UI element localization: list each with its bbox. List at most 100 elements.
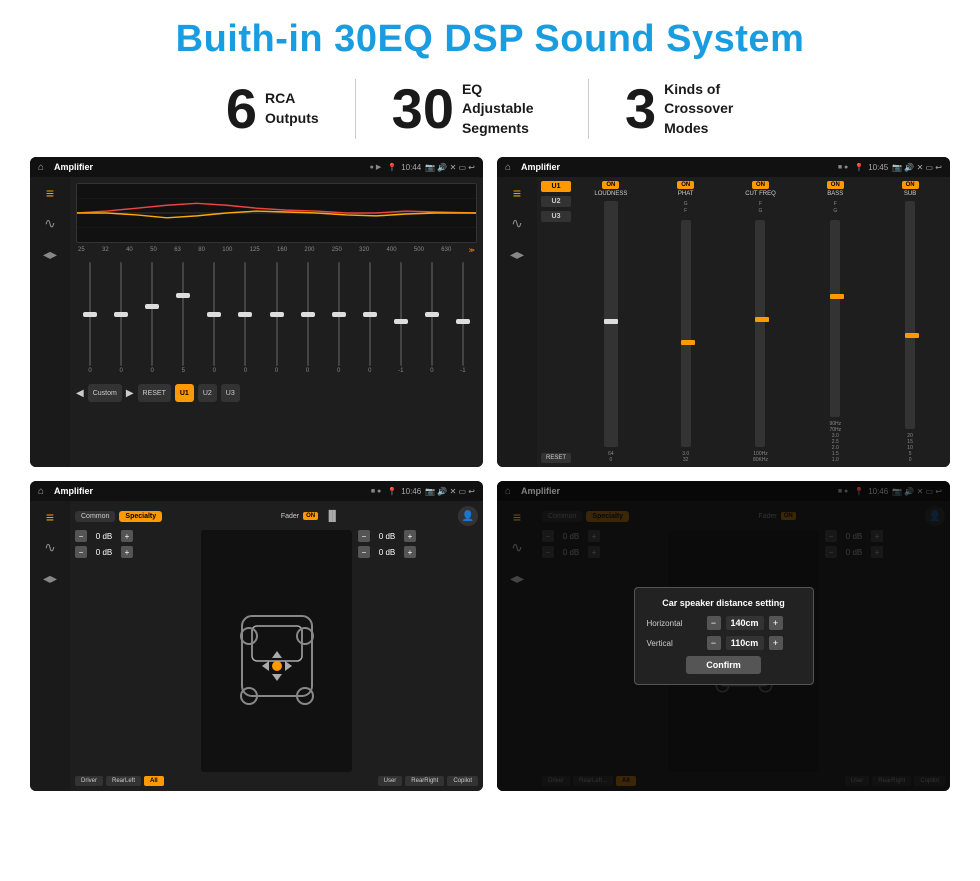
sidebar-eq-icon-amp2[interactable]: ≡ — [513, 185, 521, 201]
toggle-loudness[interactable]: ON — [602, 181, 619, 189]
slider-8[interactable] — [294, 262, 322, 366]
amp2-presets: U1 U2 U3 RESET — [541, 181, 571, 463]
tab-specialty-cross[interactable]: Specialty — [119, 511, 162, 522]
u2-button[interactable]: U2 — [198, 384, 217, 402]
horizontal-minus[interactable]: − — [707, 616, 721, 630]
thumb-6 — [238, 312, 252, 317]
thumb-loudness — [604, 319, 618, 324]
left-sidebar-eq: ≡ ∿ ◂▸ — [30, 177, 70, 467]
sliders-row: 0 0 — [76, 258, 477, 378]
slider-11[interactable] — [387, 262, 415, 366]
sidebar-vol-icon[interactable]: ◂▸ — [43, 246, 57, 263]
slider-2[interactable] — [107, 262, 135, 366]
next-button[interactable]: ▶ — [126, 388, 134, 399]
confirm-button[interactable]: Confirm — [686, 656, 761, 674]
car-svg — [227, 586, 327, 716]
preset-u3[interactable]: U3 — [541, 211, 571, 222]
sidebar-wave-icon-amp2[interactable]: ∿ — [511, 215, 523, 232]
vol-row-1: − 0 dB + — [75, 530, 195, 542]
copilot-btn-cross[interactable]: Copilot — [447, 776, 478, 786]
slider-phat[interactable] — [681, 220, 691, 447]
slider-7[interactable] — [262, 262, 290, 366]
vol2-minus[interactable]: − — [75, 546, 87, 558]
toggle-cutfreq[interactable]: ON — [752, 181, 769, 189]
app-title-eq: Amplifier — [54, 162, 364, 172]
profile-icon[interactable]: 👤 — [458, 506, 478, 526]
slider-bass[interactable] — [830, 220, 840, 417]
slider-6[interactable] — [231, 262, 259, 366]
reset-button-amp2[interactable]: RESET — [541, 453, 571, 463]
slider-col-7: 0 — [262, 262, 290, 374]
dialog-title: Car speaker distance setting — [647, 598, 801, 608]
vertical-plus[interactable]: + — [769, 636, 783, 650]
rearright-btn-cross[interactable]: RearRight — [405, 776, 444, 786]
vertical-minus[interactable]: − — [707, 636, 721, 650]
tab-common-cross[interactable]: Common — [75, 511, 115, 522]
dialog-horizontal-label: Horizontal — [647, 619, 702, 628]
sidebar-vol-icon-amp2[interactable]: ◂▸ — [510, 246, 524, 263]
dots-cross: ■ ● — [371, 488, 381, 495]
toggle-phat[interactable]: ON — [677, 181, 694, 189]
feature-item-crossover: 3 Kinds ofCrossover Modes — [589, 80, 790, 139]
horizontal-plus[interactable]: + — [769, 616, 783, 630]
slider-1[interactable] — [76, 262, 104, 366]
feature-item-eq: 30 EQ AdjustableSegments — [356, 80, 588, 139]
track-7 — [276, 262, 278, 366]
slider-12[interactable] — [418, 262, 446, 366]
slider-10[interactable] — [356, 262, 384, 366]
reset-button-eq[interactable]: RESET — [138, 384, 171, 402]
time-eq: 10:44 — [401, 163, 421, 172]
thumb-13 — [456, 319, 470, 324]
custom-button[interactable]: Custom — [88, 384, 122, 402]
ch-cutfreq: ON CUT FREQ F G 100Hz80KHz — [725, 181, 797, 463]
all-btn-cross[interactable]: All — [144, 776, 164, 786]
vol3-minus[interactable]: − — [358, 530, 370, 542]
screen-amp2: ⌂ Amplifier ■ ● 📍 10:45 📷 🔊 ✕ ▭ ↩ ≡ ∿ ◂▸ — [497, 157, 950, 467]
slider-col-6: 0 — [231, 262, 259, 374]
home-icon-amp2: ⌂ — [505, 162, 511, 173]
toggle-bass[interactable]: ON — [827, 181, 844, 189]
vol1-plus[interactable]: + — [121, 530, 133, 542]
status-icons-amp2: 📍 10:45 📷 🔊 ✕ ▭ ↩ — [854, 163, 942, 172]
sidebar-vol-icon-cross[interactable]: ◂▸ — [43, 570, 57, 587]
vol3-plus[interactable]: + — [404, 530, 416, 542]
status-bar-eq: ⌂ Amplifier ● ▶ 📍 10:44 📷 🔊 ✕ ▭ ↩ — [30, 157, 483, 177]
sidebar-eq-icon-cross[interactable]: ≡ — [46, 509, 54, 525]
thumb-bass — [830, 294, 844, 299]
status-bar-amp2: ⌂ Amplifier ■ ● 📍 10:45 📷 🔊 ✕ ▭ ↩ — [497, 157, 950, 177]
slider-cutfreq[interactable] — [755, 220, 765, 447]
slider-3[interactable] — [138, 262, 166, 366]
preset-u1[interactable]: U1 — [541, 181, 571, 192]
track-8 — [307, 262, 309, 366]
user-btn-cross[interactable]: User — [378, 776, 403, 786]
fader-slider-icon: ▐▌ — [325, 511, 339, 522]
slider-5[interactable] — [200, 262, 228, 366]
thumb-9 — [332, 312, 346, 317]
eq-curve-svg — [77, 184, 476, 242]
u1-button[interactable]: U1 — [175, 384, 194, 402]
slider-loudness[interactable] — [604, 201, 618, 447]
slider-4[interactable] — [169, 262, 197, 366]
slider-13[interactable] — [449, 262, 477, 366]
driver-btn-cross[interactable]: Driver — [75, 776, 103, 786]
vol1-value: 0 dB — [90, 532, 118, 541]
sidebar-eq-icon[interactable]: ≡ — [46, 185, 54, 201]
prev-button[interactable]: ◀ — [76, 388, 84, 399]
u3-button[interactable]: U3 — [221, 384, 240, 402]
vol2-plus[interactable]: + — [121, 546, 133, 558]
app-title-cross: Amplifier — [54, 486, 365, 496]
status-icons-eq: 📍 10:44 📷 🔊 ✕ ▭ ↩ — [387, 163, 475, 172]
sidebar-wave-icon[interactable]: ∿ — [44, 215, 56, 232]
slider-9[interactable] — [325, 262, 353, 366]
toggle-sub[interactable]: ON — [902, 181, 919, 189]
vol1-minus[interactable]: − — [75, 530, 87, 542]
sidebar-wave-icon-cross[interactable]: ∿ — [44, 539, 56, 556]
vol4-minus[interactable]: − — [358, 546, 370, 558]
slider-sub[interactable] — [905, 201, 915, 429]
feature-item-rca: 6 RCAOutputs — [190, 81, 355, 137]
rearleft-btn-cross[interactable]: RearLeft — [106, 776, 141, 786]
preset-u2[interactable]: U2 — [541, 196, 571, 207]
thumb-10 — [363, 312, 377, 317]
feature-number-eq: 30 — [392, 81, 454, 137]
vol4-plus[interactable]: + — [404, 546, 416, 558]
